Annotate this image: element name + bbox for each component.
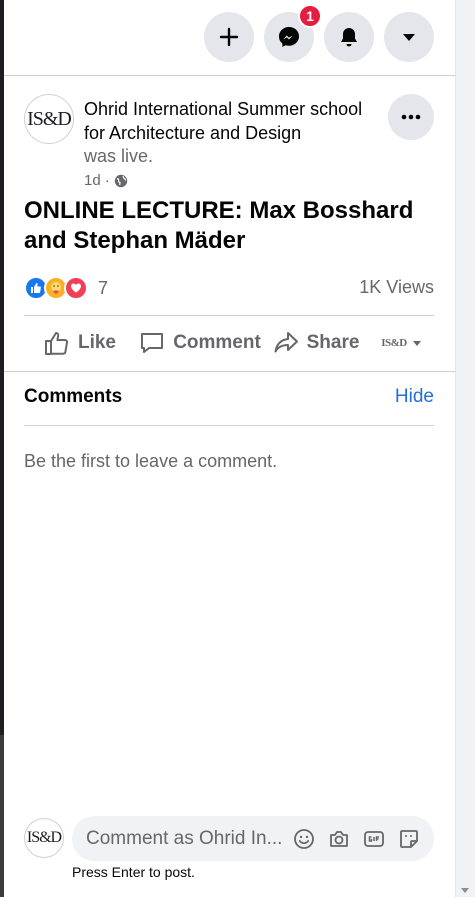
share-arrow-icon [274,332,298,353]
post-author-name[interactable]: Ohrid International Summer school for Ar… [84,97,384,145]
meta-separator: · [104,172,110,189]
action-bar-divider [24,315,434,316]
top-navigation: 1 [4,0,455,76]
thumbs-up-icon [44,332,69,355]
window-edge-lower [0,735,4,897]
page-avatar[interactable]: IS&D [24,94,74,144]
comment-input-tools [292,827,420,850]
avatar-logo-text: IS&D [27,107,72,130]
gif-icon[interactable] [362,827,385,850]
messenger-icon [279,27,299,47]
profile-mini-avatar: IS&D [381,337,407,349]
composer-hint: Press Enter to post. [72,864,195,880]
share-label: Share [306,332,360,353]
comments-divider [24,425,434,426]
plus-icon [219,27,239,47]
comments-title: Comments [24,386,123,407]
scrollbar[interactable] [455,0,475,897]
post-status: was live. [84,146,154,166]
comment-bubble-icon [141,333,164,353]
notifications-button[interactable] [324,12,374,62]
comment-input[interactable] [86,827,286,850]
empty-comments-message: Be the first to leave a comment. [24,451,278,471]
post-time[interactable]: 1d [84,171,101,191]
comments-header: Comments Hide [24,386,434,412]
post-options-button[interactable] [388,94,434,140]
reaction-count: 7 [98,277,109,298]
caret-down-icon [403,34,415,41]
post-meta: 1d · [84,171,128,191]
sticker-icon[interactable] [397,827,420,850]
bell-icon [341,28,357,47]
comment-button[interactable]: Comment [136,318,264,368]
reactions-summary[interactable]: 7 [24,274,108,302]
emoji-icon[interactable] [292,827,315,850]
comment-label: Comment [173,332,261,353]
comment-input-box[interactable] [72,816,434,861]
messenger-button[interactable]: 1 [264,4,322,62]
share-button[interactable]: Share [264,318,368,368]
account-menu-button[interactable] [384,12,434,62]
love-reaction-icon [64,276,88,300]
post-title: ONLINE LECTURE: Max Bosshard and Stephan… [24,197,414,254]
more-horizontal-icon [401,114,421,120]
window-edge [0,0,4,897]
like-label: Like [77,332,117,353]
composer-avatar-text: IS&D [26,829,62,846]
create-button[interactable] [204,12,254,62]
post-as-profile-selector[interactable]: IS&D [368,318,434,368]
section-divider [4,371,455,372]
globe-icon [114,174,127,188]
hide-comments-link[interactable]: Hide [395,386,434,408]
comment-composer: IS&D [24,816,434,861]
post-action-bar: Like Comment Share IS&D [24,318,434,368]
scroll-down-arrow-icon[interactable] [461,888,469,893]
messenger-badge: 1 [298,4,322,28]
composer-avatar[interactable]: IS&D [24,818,64,858]
profile-caret-down-icon [412,340,421,346]
camera-icon[interactable] [327,827,350,850]
like-button[interactable]: Like [24,318,136,368]
views-count: 1K Views [359,277,434,297]
